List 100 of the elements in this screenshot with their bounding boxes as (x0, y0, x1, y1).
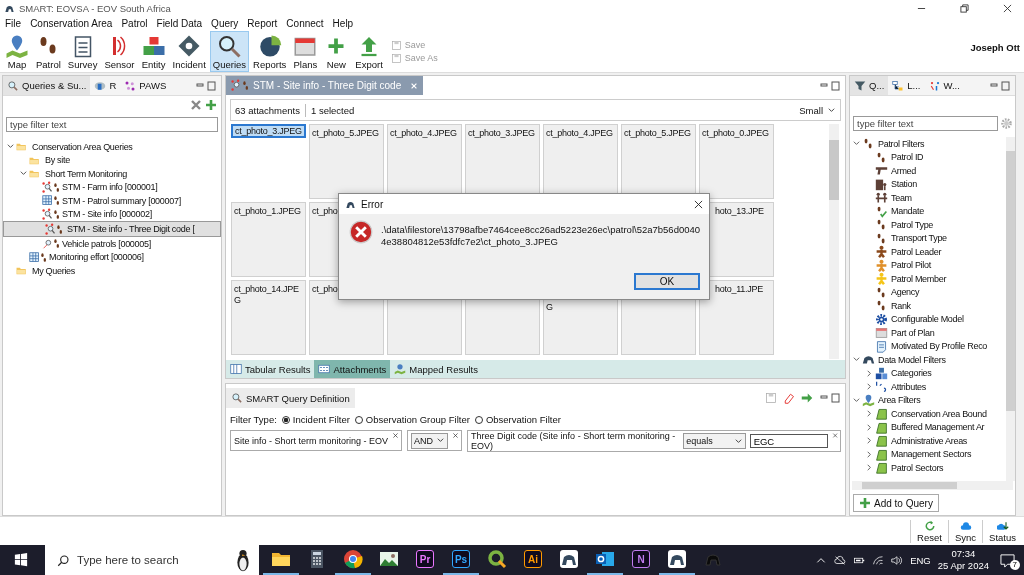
windows-start-icon[interactable] (14, 553, 28, 567)
menu-item[interactable]: Connect (286, 18, 324, 29)
close-icon[interactable] (694, 199, 703, 209)
filter-type-radio[interactable]: Observation Group Filter (354, 414, 470, 425)
toolbar-button[interactable]: Reports (250, 31, 290, 72)
toolbar-button[interactable]: Queries (209, 31, 250, 72)
tree-item[interactable]: Patrol Type (850, 218, 1006, 232)
tree-item[interactable]: Monitoring effort [000006] (3, 250, 221, 264)
scrollbar[interactable] (852, 481, 1013, 490)
tree-item[interactable]: Patrol Filters (850, 137, 1006, 151)
close-icon[interactable] (1003, 3, 1012, 13)
language-indicator[interactable]: ENG (910, 554, 931, 566)
tree-item[interactable]: Mandate (850, 204, 1006, 218)
attachment-tile[interactable]: ct_photo_5.JPEG (309, 124, 384, 199)
toolbar-button[interactable]: New (321, 31, 352, 72)
value-field[interactable]: EGC (749, 434, 828, 448)
panel-tab[interactable]: Queries & Su... (3, 76, 91, 95)
menu-item[interactable]: Patrol (121, 18, 148, 29)
tree-item[interactable]: Patrol Member (850, 272, 1006, 286)
add-icon[interactable] (205, 99, 217, 111)
chevron-icon[interactable] (865, 368, 874, 378)
operator-dropdown[interactable]: AND (411, 432, 449, 449)
filter-type-radio[interactable]: Incident Filter (281, 414, 350, 425)
tree-item[interactable]: STM - Site info [000002] (3, 207, 221, 221)
filter-type-radio[interactable]: Observation Filter (474, 414, 561, 425)
panel-tab[interactable]: R (90, 76, 121, 95)
attachment-tile[interactable]: ct_photo_1.JPEG (231, 202, 306, 277)
notification-icon[interactable] (999, 552, 1015, 568)
filter-field[interactable]: type filter text (853, 116, 998, 131)
panel-tab[interactable]: W... (924, 76, 964, 95)
result-tab[interactable]: Tabular Results (226, 360, 315, 378)
tree-item[interactable]: Patrol Pilot (850, 258, 1006, 272)
restore-icon[interactable] (960, 3, 969, 13)
size-dropdown[interactable]: Small (799, 104, 836, 116)
tree-item[interactable]: Configurable Model (850, 312, 1006, 326)
tree-item[interactable]: Administrative Areas (850, 434, 1006, 448)
tree-item[interactable]: Team (850, 191, 1006, 205)
window-controls-icon[interactable] (819, 80, 841, 91)
toolbar-button[interactable]: Survey (64, 31, 101, 72)
toolbar-button[interactable]: Export (352, 31, 386, 72)
add-to-query-button[interactable]: Add to Query (853, 494, 939, 512)
status-button[interactable]: Reset (910, 519, 948, 543)
attachment-tile[interactable]: hoto_11.JPE (699, 280, 774, 355)
panel-tab[interactable]: PAWS (120, 76, 171, 95)
chevron-icon[interactable] (865, 449, 874, 459)
toolbar-button[interactable]: Incident (169, 31, 209, 72)
tree-item[interactable]: Motivated By Profile Reco (850, 339, 1006, 353)
comparison-dropdown[interactable]: equals (683, 433, 746, 449)
volume-icon[interactable] (891, 554, 904, 566)
scrollbar[interactable] (1006, 137, 1015, 481)
tree-item[interactable]: Agency (850, 285, 1006, 299)
tree-item[interactable]: Conservation Area Queries (3, 140, 221, 154)
eraser-icon[interactable] (783, 392, 795, 404)
gear-icon[interactable] (1000, 117, 1013, 130)
status-button[interactable]: Status (982, 519, 1022, 543)
wifi-icon[interactable] (872, 554, 885, 566)
tree-item[interactable]: Management Sectors (850, 447, 1006, 461)
arrow-right-icon[interactable] (801, 392, 813, 404)
tree-item[interactable]: Attributes (850, 380, 1006, 394)
filter-field[interactable]: type filter text (6, 117, 218, 132)
close-icon[interactable] (452, 432, 460, 439)
tree-item[interactable]: Patrol Sectors (850, 461, 1006, 475)
tree-item[interactable]: By site (3, 153, 221, 167)
tree-item[interactable]: Data Model Filters (850, 353, 1006, 367)
menu-item[interactable]: Query (211, 18, 239, 29)
tree-item[interactable]: STM - Site info - Three Digit code [ (3, 221, 221, 237)
tree-item[interactable]: Rank (850, 299, 1006, 313)
toolbar-button[interactable]: Sensor (101, 31, 138, 72)
tree-item[interactable]: Short Term Monitoring (3, 167, 221, 181)
chevron-icon[interactable] (865, 382, 874, 392)
tree-item[interactable]: Armed (850, 164, 1006, 178)
menu-item[interactable]: Field Data (156, 18, 203, 29)
tree-item[interactable]: Conservation Area Bound (850, 407, 1006, 421)
tree-item[interactable]: Vehicle patrols [000005] (3, 237, 221, 251)
attachment-tile[interactable]: ct_photo_0.JPEG (699, 124, 774, 199)
panel-tab[interactable]: L... (888, 76, 925, 95)
tree-item[interactable]: Patrol ID (850, 150, 1006, 164)
chevron-icon[interactable] (865, 422, 874, 432)
tree-item[interactable]: Transport Type (850, 231, 1006, 245)
tree-item[interactable]: My Queries (3, 264, 221, 278)
window-controls-icon[interactable] (989, 80, 1011, 91)
tree-item[interactable]: STM - Farm info [000001] (3, 180, 221, 194)
delete-icon[interactable] (190, 99, 202, 111)
ok-button[interactable]: OK (634, 273, 700, 290)
cloud-icon[interactable] (834, 554, 847, 566)
toolbar-button[interactable]: Entity (138, 31, 169, 72)
attachment-tile[interactable]: ct_photo_3.JPEG (231, 124, 306, 138)
window-controls-icon[interactable] (195, 80, 217, 91)
taskbar-app[interactable]: Ps (443, 545, 479, 575)
attachment-tile[interactable]: ct_photo_14.JPEG (231, 280, 306, 355)
tree-item[interactable]: Station (850, 177, 1006, 191)
tree-item[interactable]: Categories (850, 366, 1006, 380)
close-icon[interactable] (392, 432, 400, 439)
scrollbar[interactable] (829, 124, 839, 359)
tree-item[interactable]: Buffered Management Ar (850, 420, 1006, 434)
window-controls-icon[interactable] (819, 393, 841, 403)
result-tab[interactable]: Mapped Results (390, 360, 482, 378)
toolbar-button[interactable]: Patrol (33, 31, 64, 72)
taskbar-app[interactable]: N (623, 545, 659, 575)
panel-tab[interactable]: SMART Query Definition (226, 388, 355, 408)
